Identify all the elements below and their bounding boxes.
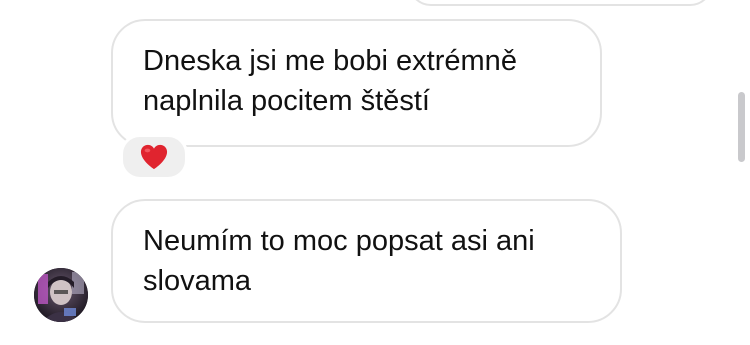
chat-screen: Dneska jsi me bobi extrémně naplnila poc… bbox=[0, 0, 750, 345]
message-text-line: naplnila pocitem štěstí bbox=[143, 85, 430, 117]
message-bubble[interactable]: Dneska jsi me bobi extrémně naplnila poc… bbox=[111, 19, 602, 147]
red-heart-icon bbox=[140, 144, 168, 170]
previous-message-bubble[interactable] bbox=[408, 0, 713, 6]
scrollbar-thumb[interactable] bbox=[738, 92, 745, 162]
avatar-image bbox=[34, 268, 88, 322]
message-bubble[interactable]: Neumím to moc popsat asi ani slovama bbox=[111, 199, 622, 323]
message-text-line: Dneska jsi me bobi extrémně bbox=[143, 45, 517, 77]
sender-avatar[interactable] bbox=[34, 268, 88, 322]
message-text-line: slovama bbox=[143, 265, 251, 297]
message-reaction[interactable] bbox=[120, 134, 188, 180]
message-text-line: Neumím to moc popsat asi ani bbox=[143, 225, 535, 257]
